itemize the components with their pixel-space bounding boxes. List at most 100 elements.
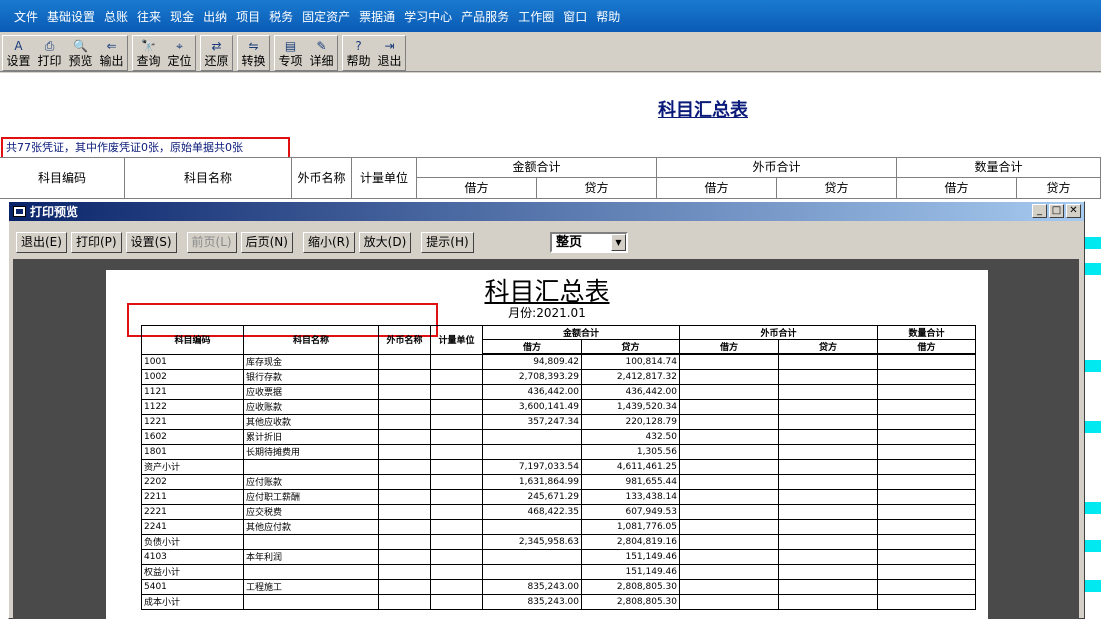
cell-empty <box>877 563 976 580</box>
cell-empty <box>778 533 878 550</box>
toolbar-group: ⇋ 转换 <box>237 35 270 71</box>
dialog-titlebar[interactable]: 打印预览 _ □ ✕ <box>9 202 1084 221</box>
toolbar-button[interactable]: A 设置 <box>3 36 34 70</box>
cell-empty <box>378 443 431 460</box>
cell-code: 5401 <box>141 578 244 595</box>
cell-credit: 432.50 <box>581 428 680 445</box>
cell-empty <box>679 503 779 520</box>
th-qty-debit: 借方 <box>877 339 976 355</box>
zoom-select[interactable]: 整页 ▼ <box>550 232 628 253</box>
menu-item[interactable]: 学习中心 <box>404 8 452 25</box>
menu-item[interactable]: 出纳 <box>203 8 227 25</box>
print-preview-dialog: 打印预览 _ □ ✕ 退出(E) 打印(P) 设置(S) 前页(L) 后页(N) 缩小(R… <box>8 201 1085 619</box>
maximize-button[interactable]: □ <box>1049 204 1064 218</box>
cell-code: 2202 <box>141 473 244 490</box>
cell-empty <box>430 368 483 385</box>
toolbar-button-label: 帮助 <box>346 54 371 68</box>
cell-empty <box>679 548 779 565</box>
chevron-down-icon[interactable]: ▼ <box>611 234 626 251</box>
menu-item[interactable]: 文件 <box>14 8 38 25</box>
header-qty-total: 数量合计 <box>897 158 1101 178</box>
menu-item[interactable]: 税务 <box>269 8 293 25</box>
preview-button[interactable]: 放大(D) <box>358 232 412 253</box>
menu-item[interactable]: 基础设置 <box>47 8 95 25</box>
toolbar-button[interactable]: 🔭 查询 <box>133 36 164 70</box>
cell-name: 工程施工 <box>243 578 379 595</box>
cell-empty <box>877 578 976 595</box>
toolbar-icon: ⎙ <box>44 39 55 53</box>
cell-empty <box>378 578 431 595</box>
cell-empty <box>877 398 976 415</box>
cell-empty <box>679 428 779 445</box>
report-header: 科目编码 科目名称 外币名称 计量单位 金额合计 借方 贷方 外币合计 借方 贷… <box>0 157 1101 199</box>
toolbar-button[interactable]: ⎙ 打印 <box>34 36 65 70</box>
preview-button[interactable]: 缩小(R) <box>302 232 355 253</box>
preview-canvas: 科目汇总表 月份:2021.01 科目编码 科目名称 外币名称 计量单位 金额合… <box>13 259 1079 619</box>
cell-empty <box>778 518 878 535</box>
cell-debit: 468,422.35 <box>482 503 582 520</box>
toolbar-button[interactable]: ? 帮助 <box>343 36 374 70</box>
menu-item[interactable]: 工作圈 <box>518 8 554 25</box>
toolbar-button[interactable]: 🔍 预览 <box>65 36 96 70</box>
cell-empty <box>430 488 483 505</box>
cell-code: 权益小计 <box>141 563 244 580</box>
cell-name: 应收票据 <box>243 383 379 400</box>
preview-toolbar: 退出(E) 打印(P) 设置(S) 前页(L) 后页(N) 缩小(R) 放大(D) 提示(H) <box>16 232 478 253</box>
toolbar-button[interactable]: ⇥ 退出 <box>374 36 405 70</box>
cell-debit: 835,243.00 <box>482 593 582 610</box>
toolbar-button[interactable]: ⇋ 转换 <box>238 36 269 70</box>
cell-empty <box>430 413 483 430</box>
toolbar-button[interactable]: ⇐ 输出 <box>96 36 127 70</box>
preview-button[interactable]: 前页(L) <box>186 232 237 253</box>
cell-empty <box>378 548 431 565</box>
table-row: 2202 应付账款 1,631,864.99 981,655.44 <box>141 473 976 490</box>
menu-item[interactable]: 项目 <box>236 8 260 25</box>
cell-empty <box>430 398 483 415</box>
cell-code: 资产小计 <box>141 458 244 475</box>
cell-code: 1001 <box>141 353 244 370</box>
cell-empty <box>778 368 878 385</box>
header-amount-total: 金额合计 <box>417 158 657 178</box>
menu-item[interactable]: 往来 <box>137 8 161 25</box>
cell-empty <box>778 503 878 520</box>
preview-button[interactable]: 打印(P) <box>70 232 122 253</box>
cell-name: 其他应收款 <box>243 413 379 430</box>
table-row: 2221 应交税费 468,422.35 607,949.53 <box>141 503 976 520</box>
cell-code: 2221 <box>141 503 244 520</box>
preview-button[interactable]: 退出(E) <box>16 232 67 253</box>
table-row: 1121 应收票据 436,442.00 436,442.00 <box>141 383 976 400</box>
cell-debit: 835,243.00 <box>482 578 582 595</box>
minimize-button[interactable]: _ <box>1032 204 1047 218</box>
toolbar-button[interactable]: ✎ 详细 <box>306 36 337 70</box>
menu-item[interactable]: 固定资产 <box>302 8 350 25</box>
toolbar-button[interactable]: ⌖ 定位 <box>164 36 195 70</box>
menu-item[interactable]: 产品服务 <box>461 8 509 25</box>
cell-empty <box>679 533 779 550</box>
menu-item[interactable]: 窗口 <box>563 8 587 25</box>
row-marker <box>1083 502 1101 514</box>
cell-empty <box>430 578 483 595</box>
cell-credit: 2,412,817.32 <box>581 368 680 385</box>
preview-button[interactable]: 设置(S) <box>125 232 177 253</box>
preview-button[interactable]: 提示(H) <box>421 232 474 253</box>
toolbar-button-label: 设置 <box>6 54 31 68</box>
preview-button[interactable]: 后页(N) <box>240 232 293 253</box>
close-button[interactable]: ✕ <box>1066 204 1081 218</box>
toolbar-button-label: 定位 <box>167 54 192 68</box>
cell-credit: 151,149.46 <box>581 563 680 580</box>
toolbar-group: ⇄ 还原 <box>200 35 233 71</box>
cell-code: 2211 <box>141 488 244 505</box>
menu-item[interactable]: 现金 <box>170 8 194 25</box>
cell-name: 应付职工薪酬 <box>243 488 379 505</box>
cell-credit: 220,128.79 <box>581 413 680 430</box>
menu-item[interactable]: 帮助 <box>596 8 620 25</box>
table-row: 1002 银行存款 2,708,393.29 2,412,817.32 <box>141 368 976 385</box>
menu-item[interactable]: 票据通 <box>359 8 395 25</box>
cell-code: 4103 <box>141 548 244 565</box>
cell-code: 负债小计 <box>141 533 244 550</box>
menu-item[interactable]: 总账 <box>104 8 128 25</box>
toolbar-button[interactable]: ▤ 专项 <box>275 36 306 70</box>
toolbar-button[interactable]: ⇄ 还原 <box>201 36 232 70</box>
cell-empty <box>778 428 878 445</box>
cell-empty <box>778 578 878 595</box>
